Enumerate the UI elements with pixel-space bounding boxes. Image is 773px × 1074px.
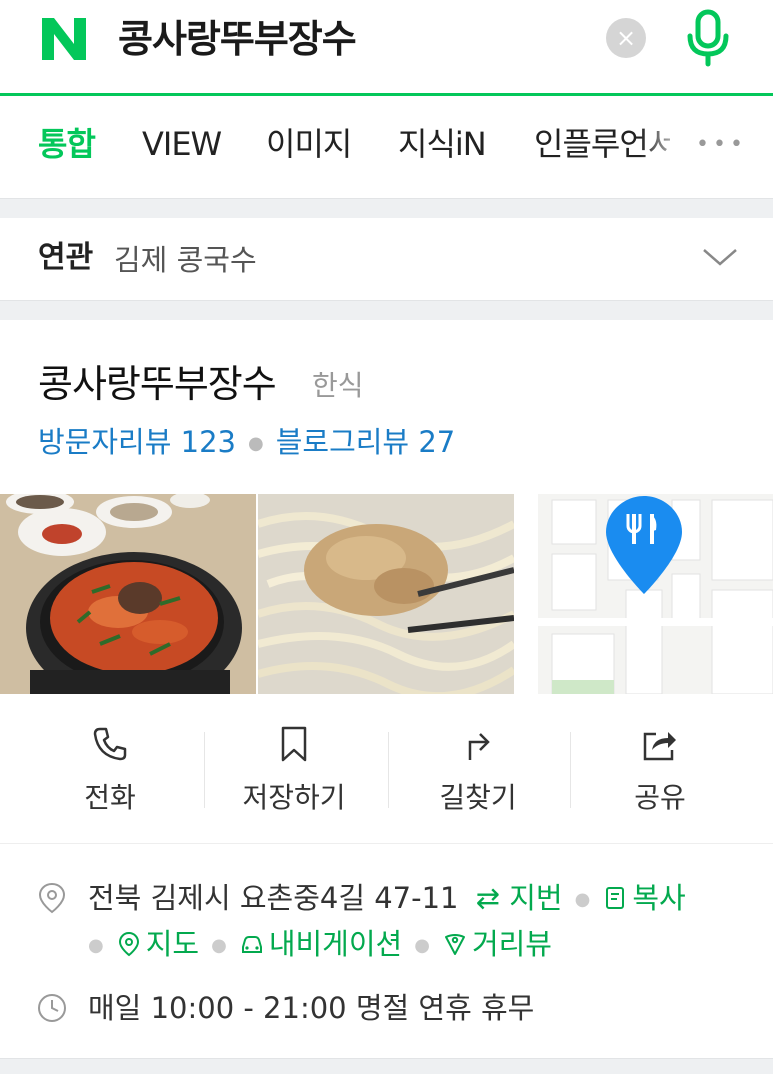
location-map-thumbnail[interactable] [516, 494, 773, 694]
clock-icon [38, 994, 66, 1022]
tab-view[interactable]: VIEW [142, 122, 222, 166]
search-query[interactable]: 콩사랑뚜부장수 [118, 14, 357, 64]
separator-dot: ● [247, 433, 264, 454]
save-label: 저장하기 [242, 781, 346, 814]
share-icon [643, 732, 676, 761]
tab-images[interactable]: 이미지 [266, 122, 352, 166]
directions-button[interactable]: 길찾기 [388, 694, 568, 844]
map-pin-icon [118, 931, 139, 957]
place-actions: 전화 저장하기 길찾기 공유 [0, 694, 773, 844]
car-icon [241, 936, 262, 953]
location-pin-icon [38, 882, 66, 914]
section-divider [0, 300, 773, 320]
copy-icon [606, 887, 625, 909]
place-name[interactable]: 콩사랑뚜부장수 [38, 360, 277, 408]
related-label: 연관 [38, 240, 94, 275]
street-view-icon [444, 934, 465, 955]
separator-dot: ● [211, 935, 227, 956]
call-label: 전화 [84, 781, 136, 814]
street-view-link[interactable]: 거리뷰 [442, 927, 552, 961]
place-photos [0, 494, 773, 694]
related-search-item[interactable]: 김제 콩국수 [114, 240, 257, 280]
microphone-icon[interactable] [682, 8, 734, 68]
share-label: 공유 [634, 781, 686, 814]
blog-reviews-link[interactable]: 블로그리뷰 27 [276, 425, 456, 459]
review-links: 방문자리뷰 123 ● 블로그리뷰 27 [38, 422, 455, 464]
search-tabs: 통합 VIEW 이미지 지식iN 인플루언서 ••• [0, 96, 773, 198]
chevron-down-icon[interactable] [702, 242, 738, 272]
directions-label: 길찾기 [439, 781, 517, 814]
tab-knowledge-in[interactable]: 지식iN [398, 122, 487, 166]
share-button[interactable]: 공유 [570, 694, 750, 844]
place-category: 한식 [312, 369, 364, 402]
map-link[interactable]: 지도 [116, 927, 199, 961]
section-divider [0, 1058, 773, 1074]
naver-logo[interactable] [38, 16, 90, 62]
bookmark-icon [281, 726, 307, 762]
call-button[interactable]: 전화 [20, 694, 200, 844]
business-hours[interactable]: 매일 10:00 - 21:00 명절 연휴 휴무 [88, 988, 534, 1028]
search-bar: 콩사랑뚜부장수 × [0, 0, 773, 96]
more-tabs-icon[interactable]: ••• [696, 132, 747, 157]
copy-address-button[interactable]: 복사 [602, 881, 686, 915]
map-links-row: ● 지도 ● 내비게이션 ● 거리뷰 [88, 924, 552, 966]
address-text: 전북 김제시 요촌중4길 47-11 [88, 881, 459, 915]
lot-number-toggle[interactable]: ⇄ 지번 [476, 881, 563, 915]
section-divider [0, 198, 773, 218]
separator-dot: ● [414, 935, 430, 956]
navigation-link[interactable]: 내비게이션 [239, 927, 402, 961]
phone-icon [93, 727, 127, 761]
visitor-reviews-link[interactable]: 방문자리뷰 123 [38, 425, 236, 459]
clear-search-button[interactable]: × [606, 18, 646, 58]
tab-fade [640, 96, 690, 198]
save-button[interactable]: 저장하기 [204, 694, 384, 844]
separator-dot: ● [88, 935, 104, 956]
food-photo-stew[interactable] [0, 494, 256, 694]
related-searches[interactable]: 연관 김제 콩국수 [0, 218, 773, 300]
address-row: 전북 김제시 요촌중4길 47-11 ⇄ 지번 ● 복사 [88, 878, 686, 920]
tab-integrated[interactable]: 통합 [38, 122, 96, 166]
separator-dot: ● [574, 889, 591, 910]
food-photo-noodles[interactable] [258, 494, 514, 694]
directions-icon [468, 733, 490, 760]
swap-arrows-icon: ⇄ [475, 881, 510, 915]
